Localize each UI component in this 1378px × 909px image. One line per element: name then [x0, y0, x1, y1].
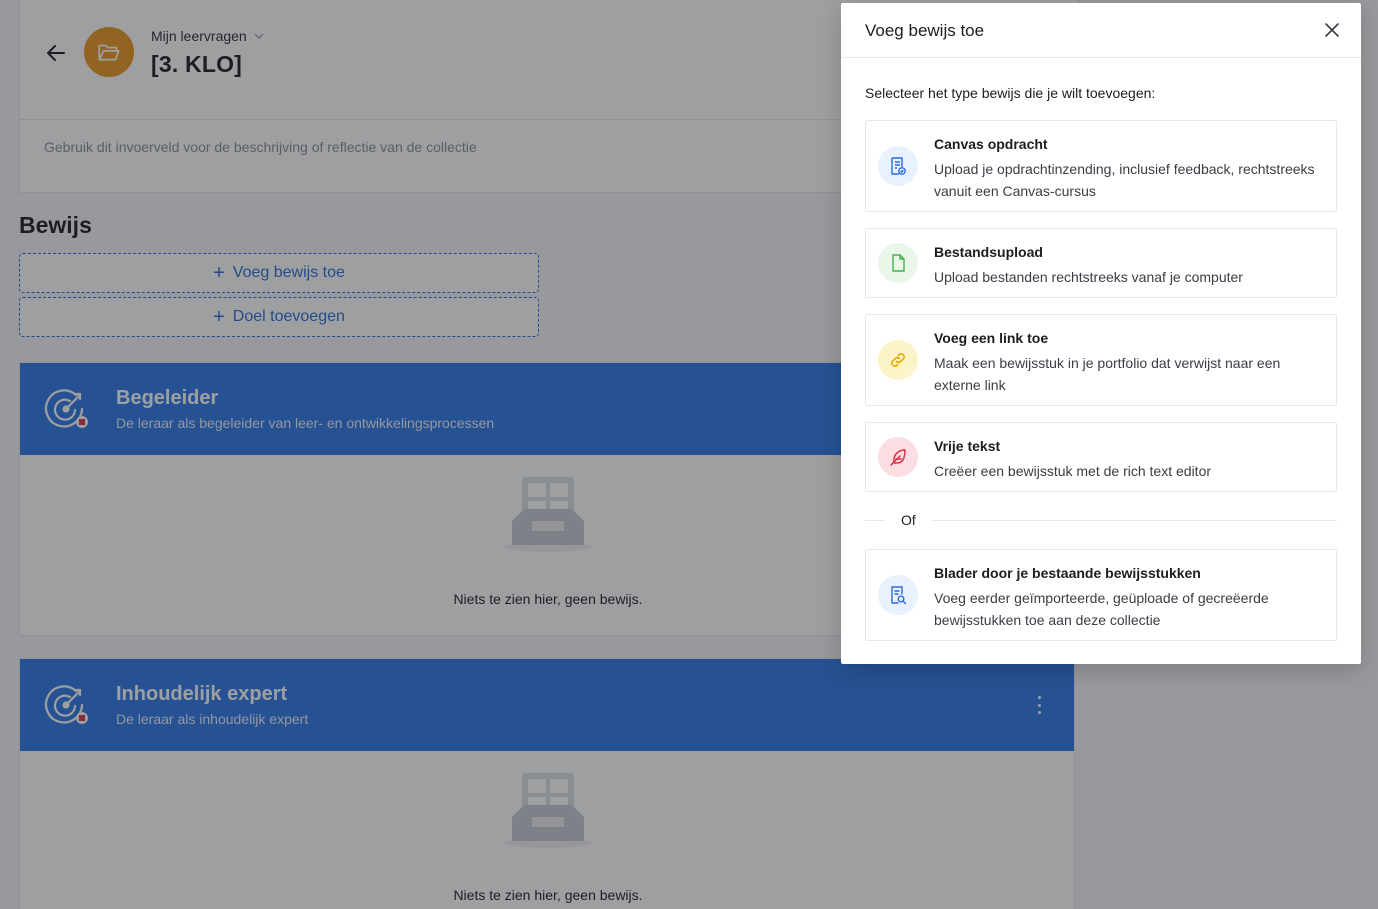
feather-icon — [878, 437, 918, 477]
option-description: Upload je opdrachtinzending, inclusief f… — [934, 161, 1315, 199]
option-title: Blader door je bestaande bewijsstukken — [934, 565, 1201, 581]
modal-header: Voeg bewijs toe — [841, 3, 1361, 58]
option-title: Vrije tekst — [934, 438, 1001, 454]
link-icon — [878, 340, 918, 380]
option-title: Voeg een link toe — [934, 330, 1049, 346]
option-description: Maak een bewijsstuk in je portfolio dat … — [934, 355, 1281, 393]
option-description: Creëer een bewijsstuk met de rich text e… — [934, 463, 1212, 479]
canvas-assignment-icon — [878, 146, 918, 186]
close-icon[interactable] — [1323, 21, 1341, 39]
search-document-icon — [878, 575, 918, 615]
option-title: Bestandsupload — [934, 244, 1043, 260]
option-add-link[interactable]: Voeg een link toe Maak een bewijsstuk in… — [865, 314, 1337, 406]
option-browse-existing[interactable]: Blader door je bestaande bewijsstukken V… — [865, 549, 1337, 641]
file-icon — [878, 243, 918, 283]
option-description: Upload bestanden rechtstreeks vanaf je c… — [934, 269, 1243, 285]
option-title: Canvas opdracht — [934, 136, 1048, 152]
option-description: Voeg eerder geïmporteerde, geüploade of … — [934, 590, 1269, 628]
option-free-text[interactable]: Vrije tekst Creëer een bewijsstuk met de… — [865, 422, 1337, 492]
modal-title: Voeg bewijs toe — [865, 21, 985, 40]
option-canvas-assignment[interactable]: Canvas opdracht Upload je opdrachtinzend… — [865, 120, 1337, 212]
modal-intro: Selecteer het type bewijs die je wilt to… — [865, 85, 1156, 101]
option-file-upload[interactable]: Bestandsupload Upload bestanden rechtstr… — [865, 228, 1337, 298]
add-evidence-modal: Voeg bewijs toe Selecteer het type bewij… — [841, 3, 1361, 664]
or-label: Of — [885, 512, 932, 528]
divider — [865, 520, 1337, 521]
